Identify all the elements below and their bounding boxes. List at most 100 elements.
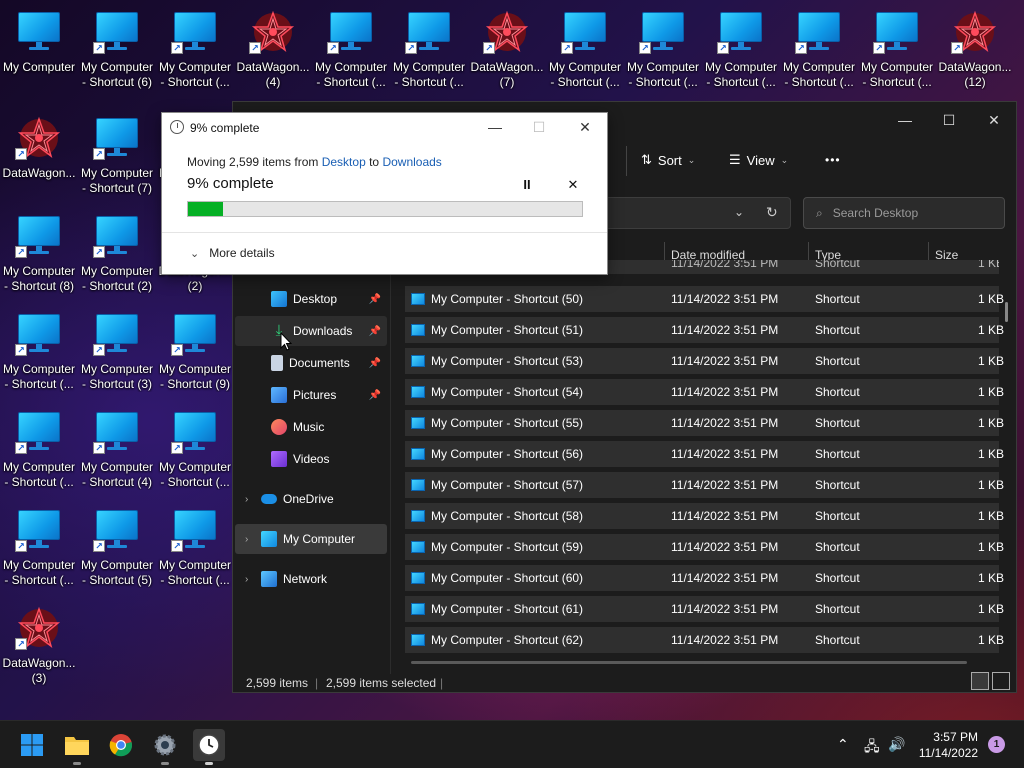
table-row[interactable]: My Computer - Shortcut (55) 11/14/2022 3:…	[405, 410, 1004, 436]
chevron-right-icon[interactable]: ›	[245, 494, 248, 505]
folder-icon	[65, 737, 89, 755]
desktop-shortcut[interactable]: ↗ My Computer - Shortcut (8)	[0, 206, 78, 302]
desktop-shortcut[interactable]: ↗ My Computer - Shortcut (...	[0, 500, 78, 596]
pin-icon[interactable]: 📌	[369, 390, 381, 401]
desktop-shortcut[interactable]: ↗ DataWagon... (3)	[0, 598, 78, 694]
desktop-shortcut[interactable]: ↗ My Computer - Shortcut (5)	[78, 500, 156, 596]
cancel-button[interactable]: ✕	[563, 175, 583, 195]
desktop-shortcut[interactable]: ↗ My Computer - Shortcut (...	[780, 2, 858, 98]
table-row[interactable]: My Computer - Shortcut (50) 11/14/2022 3:…	[405, 286, 1004, 312]
table-row[interactable]: My Computer - Shortcut (54) 11/14/2022 3:…	[405, 379, 1004, 405]
desktop-shortcut[interactable]: My Computer	[0, 2, 78, 98]
desktop-shortcut[interactable]: ↗ My Computer - Shortcut (...	[0, 402, 78, 498]
more-options-button[interactable]: •••	[825, 150, 841, 170]
table-row[interactable]: My Computer - Shortcut (62) 11/14/2022 3:…	[405, 627, 1004, 653]
destination-link[interactable]: Downloads	[382, 155, 441, 169]
pin-icon[interactable]: 📌	[369, 326, 381, 337]
taskbar-clock[interactable]: 3:57 PM 11/14/2022	[908, 729, 978, 761]
desktop-shortcut[interactable]: ↗ My Computer - Shortcut (...	[702, 2, 780, 98]
file-explorer-taskbar-button[interactable]	[61, 729, 93, 765]
desktop-shortcut[interactable]: ↗ My Computer - Shortcut (...	[858, 2, 936, 98]
search-input[interactable]	[832, 206, 983, 220]
desktop-shortcut[interactable]: ↗ My Computer - Shortcut (...	[624, 2, 702, 98]
table-row[interactable]: My Computer - Shortcut (58) 11/14/2022 3:…	[405, 503, 1004, 529]
nav-item-music[interactable]: Music	[235, 412, 387, 442]
desktop-shortcut[interactable]: ↗ My Computer - Shortcut (...	[156, 2, 234, 98]
desktop-shortcut[interactable]: ↗ DataWagon... (7)	[468, 2, 546, 98]
nav-item-pictures[interactable]: Pictures 📌	[235, 380, 387, 410]
pause-button[interactable]: II	[517, 175, 537, 195]
refresh-icon[interactable]: ↻	[766, 204, 778, 221]
search-box[interactable]: ⌕	[803, 197, 1005, 229]
clock-icon	[198, 734, 220, 756]
chevron-up-icon[interactable]: ⌃	[837, 736, 849, 753]
nav-item-network[interactable]: › Network	[235, 564, 387, 594]
desktop-shortcut[interactable]: ↗ My Computer - Shortcut (...	[312, 2, 390, 98]
desktop-shortcut[interactable]: ↗ DataWagon...	[0, 108, 78, 204]
progress-dialog-taskbar-button[interactable]	[193, 729, 225, 765]
desktop-shortcut[interactable]: ↗ DataWagon... (12)	[936, 2, 1014, 98]
table-row[interactable]: My Computer - Shortcut (53) 11/14/2022 3:…	[405, 348, 1004, 374]
desktop-shortcut-label: My Computer - Shortcut (...	[860, 60, 934, 89]
desktop-shortcut-label: My Computer - Shortcut (4)	[80, 460, 154, 489]
close-button[interactable]: ✕	[570, 117, 600, 137]
desktop-shortcut[interactable]: ↗ My Computer - Shortcut (3)	[78, 304, 156, 400]
desktop-shortcut[interactable]: ↗ My Computer - Shortcut (2)	[78, 206, 156, 302]
nav-item-downloads[interactable]: ⤓ Downloads 📌	[235, 316, 387, 346]
desktop-shortcut[interactable]: ↗ DataWagon... (4)	[234, 2, 312, 98]
table-row[interactable]: My Computer - Shortcut (51) 11/14/2022 3:…	[405, 317, 1004, 343]
desktop-shortcut[interactable]: ↗ My Computer - Shortcut (6)	[78, 2, 156, 98]
nav-item-videos[interactable]: Videos	[235, 444, 387, 474]
file-type: Shortcut	[815, 260, 860, 270]
table-row[interactable]: My Computer - Shortcut (56) 11/14/2022 3:…	[405, 441, 1004, 467]
vertical-scrollbar[interactable]	[1005, 302, 1008, 322]
network-status-icon[interactable]: 🖧	[864, 736, 880, 760]
desktop-shortcut[interactable]: ↗ My Computer - Shortcut (...	[156, 500, 234, 596]
desktop-shortcut[interactable]: ↗ My Computer - Shortcut (...	[390, 2, 468, 98]
desktop-shortcut[interactable]: ↗ My Computer - Shortcut (4)	[78, 402, 156, 498]
desktop-shortcut[interactable]: ↗ My Computer - Shortcut (...	[156, 402, 234, 498]
table-row[interactable]: My Computer - Shortcut (61) 11/14/2022 3:…	[405, 596, 1004, 622]
nav-item-documents[interactable]: Documents 📌	[235, 348, 387, 378]
tiles-view-button[interactable]	[992, 672, 1010, 690]
settings-taskbar-button[interactable]	[149, 729, 181, 765]
table-row[interactable]: My Computer - Shortcut (60) 11/14/2022 3:…	[405, 565, 1004, 591]
desktop-shortcut[interactable]: ↗ My Computer - Shortcut (9)	[156, 304, 234, 400]
pin-icon[interactable]: 📌	[369, 358, 381, 369]
nav-item-my-computer[interactable]: › My Computer	[235, 524, 387, 554]
nav-item-onedrive[interactable]: › OneDrive	[235, 484, 387, 514]
desktop-shortcut[interactable]: ↗ My Computer - Shortcut (...	[0, 304, 78, 400]
minimize-button[interactable]: —	[480, 117, 510, 137]
shortcut-arrow-icon: ↗	[249, 42, 261, 54]
nav-item-desktop[interactable]: Desktop 📌	[235, 284, 387, 314]
chevron-down-icon[interactable]: ⌄	[734, 205, 744, 219]
maximize-button[interactable]: ☐	[934, 110, 964, 130]
file-name: My Computer - Shortcut (55)	[431, 416, 584, 430]
start-button[interactable]	[16, 729, 48, 761]
table-row[interactable]: My Computer - Shortcut (57) 11/14/2022 3:…	[405, 472, 1004, 498]
view-button[interactable]: ☰ View ⌄	[729, 150, 788, 170]
desktop-shortcut[interactable]: ↗ My Computer - Shortcut (7)	[78, 108, 156, 204]
desktop-shortcut[interactable]: ↗ My Computer - Shortcut (...	[546, 2, 624, 98]
volume-icon[interactable]: 🔊	[888, 736, 905, 753]
file-date: 11/14/2022 3:51 PM	[671, 602, 779, 616]
chevron-right-icon[interactable]: ›	[245, 574, 248, 585]
chevron-right-icon[interactable]: ›	[245, 534, 248, 545]
pane-divider[interactable]	[390, 242, 391, 674]
chrome-taskbar-button[interactable]	[105, 729, 137, 761]
table-row[interactable]: My Computer - Shortcut (59) 11/14/2022 3:…	[405, 534, 1004, 560]
sort-button[interactable]: ⇅ Sort ⌄	[641, 150, 695, 170]
shortcut-arrow-icon: ↗	[93, 148, 105, 160]
close-button[interactable]: ✕	[979, 110, 1009, 130]
notification-badge[interactable]: 1	[988, 736, 1005, 753]
details-view-button[interactable]	[971, 672, 989, 690]
more-details-toggle[interactable]: ⌄ More details	[190, 246, 275, 260]
pin-icon[interactable]: 📌	[369, 294, 381, 305]
file-date: 11/14/2022 3:51 PM	[671, 323, 779, 337]
minimize-button[interactable]: —	[890, 110, 920, 130]
desktop-shortcut-label: My Computer - Shortcut (2)	[80, 264, 154, 293]
address-bar[interactable]: ⌄ ↻	[605, 197, 791, 229]
horizontal-scrollbar[interactable]	[411, 661, 967, 664]
source-link[interactable]: Desktop	[322, 155, 366, 169]
desktop-shortcut-label: My Computer - Shortcut (9)	[158, 362, 232, 391]
